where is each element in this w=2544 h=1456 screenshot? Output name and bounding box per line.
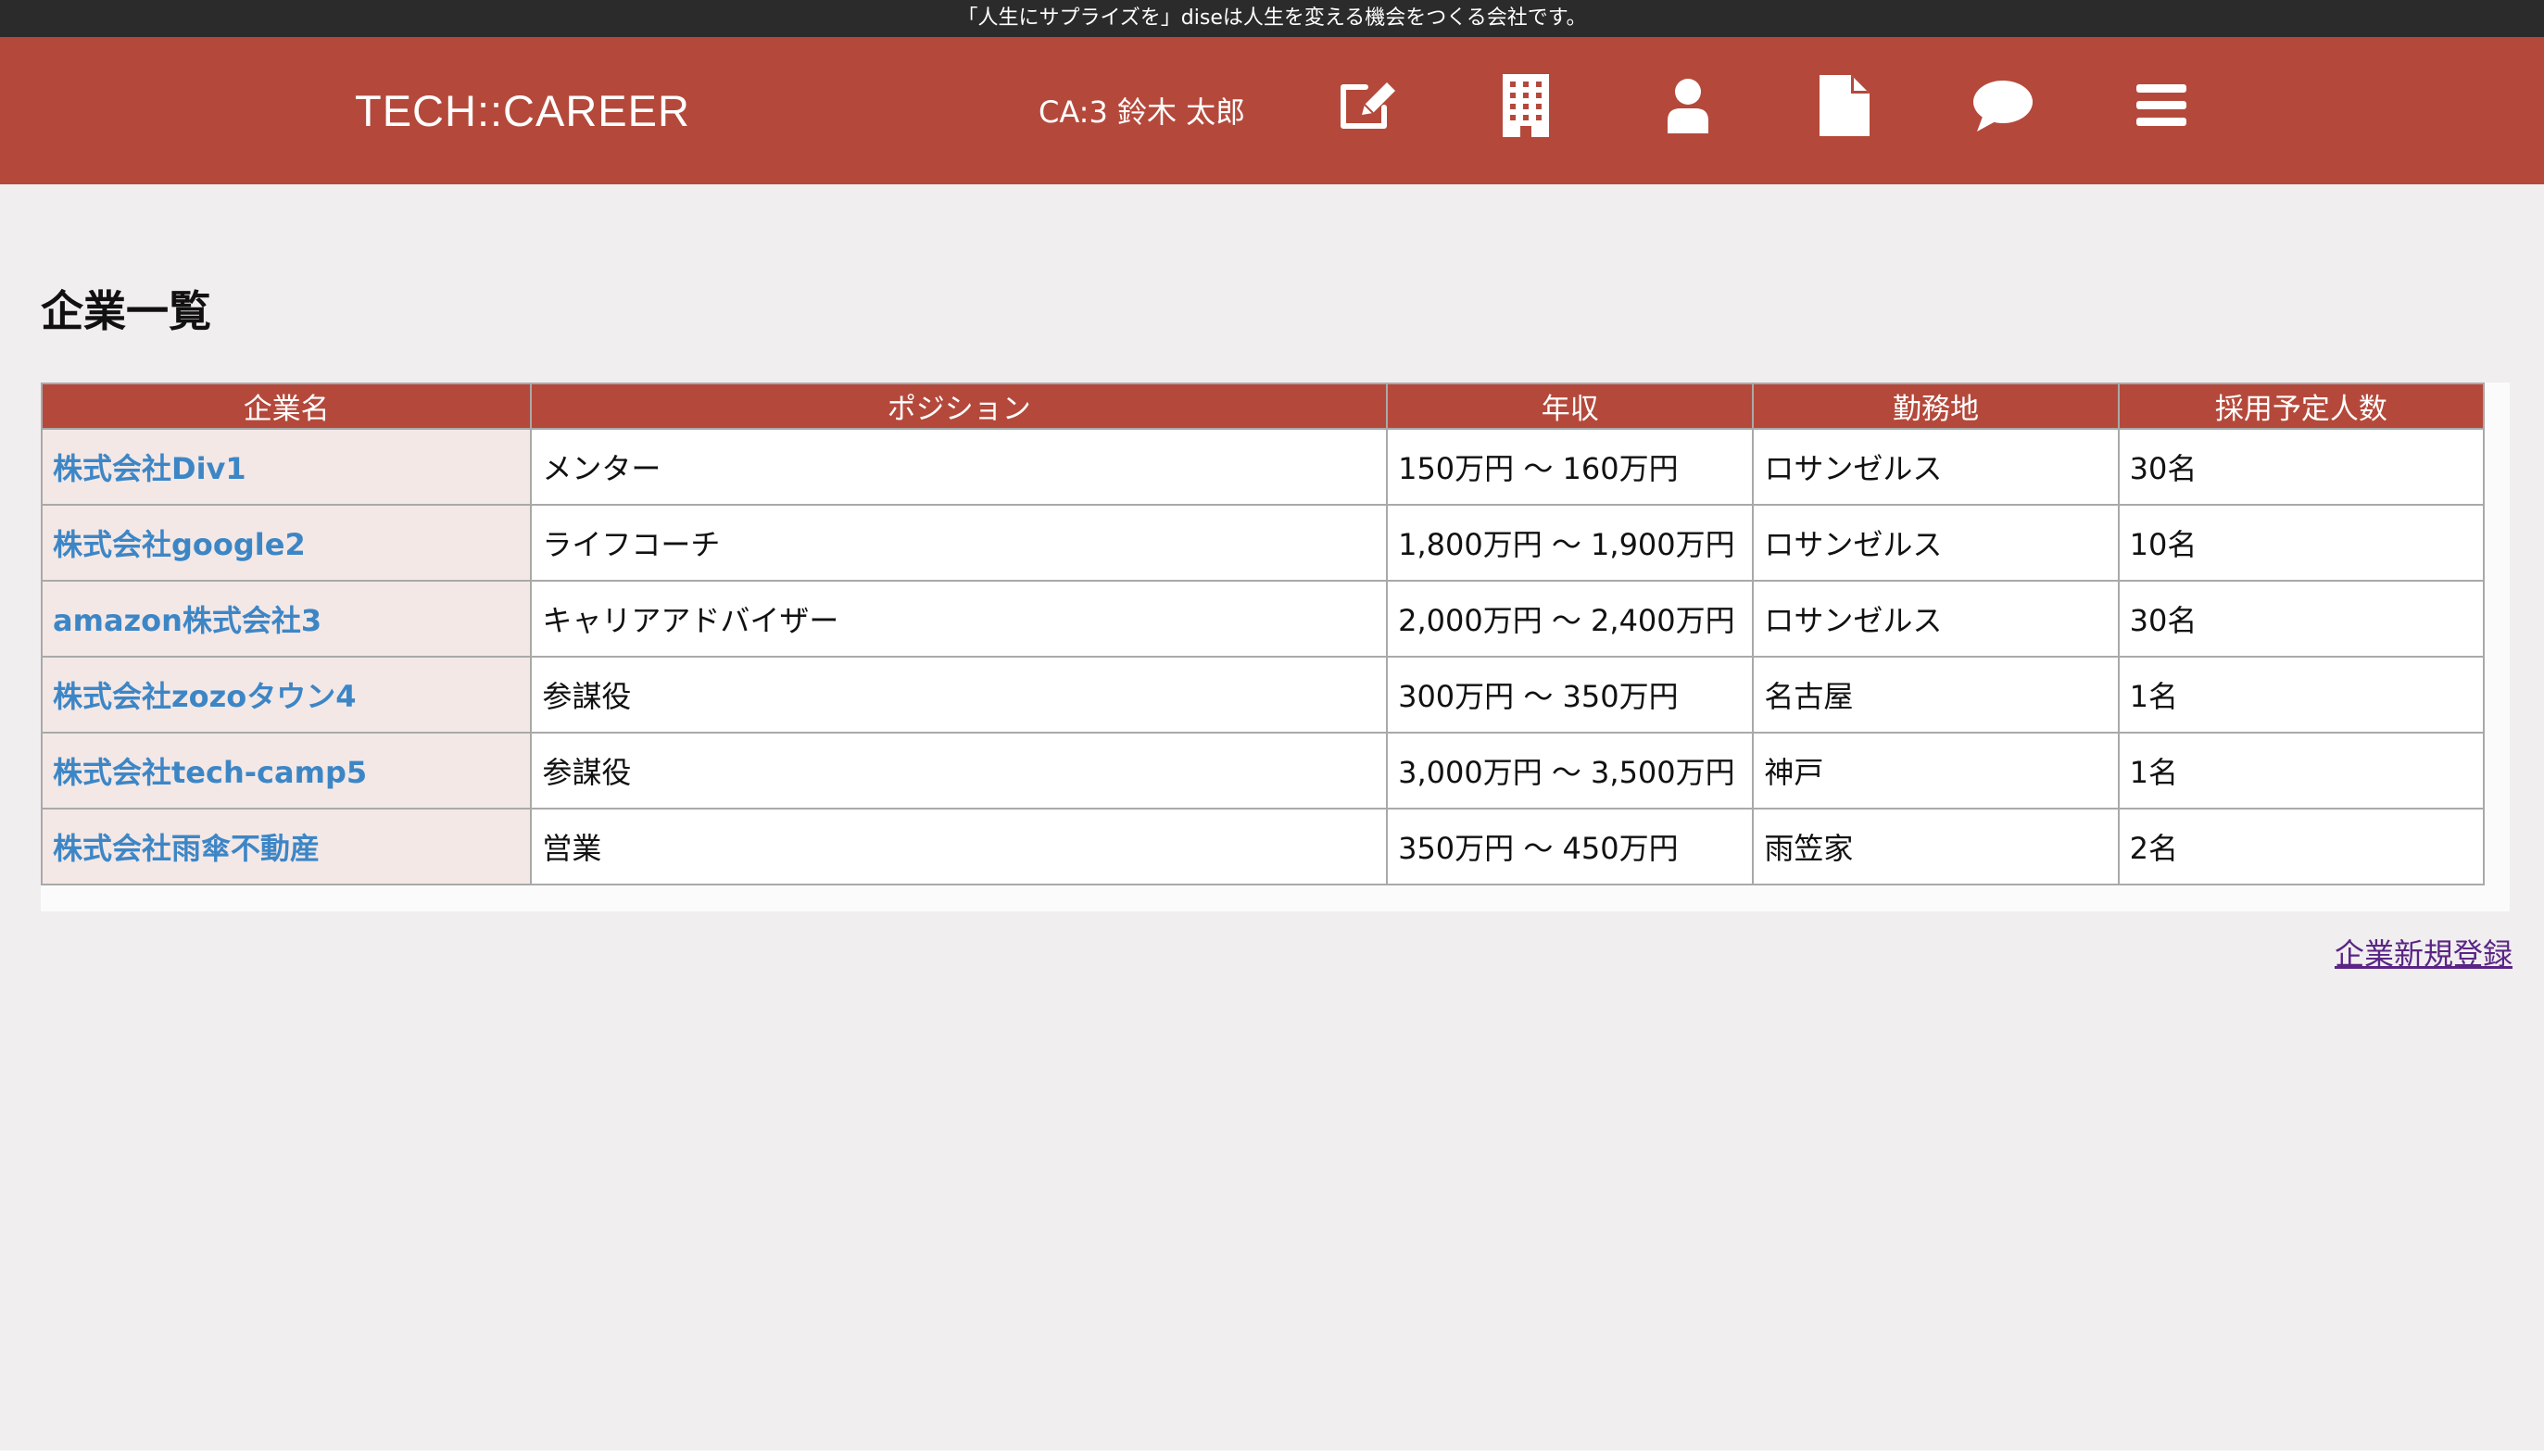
company-cell: 株式会社tech-camp5 xyxy=(40,732,533,810)
company-cell: 株式会社zozoタウン4 xyxy=(40,656,533,734)
location-cell: 雨笠家 xyxy=(1752,808,2120,885)
position-cell: メンター xyxy=(530,428,1389,506)
position-cell: 参謀役 xyxy=(530,656,1389,734)
document-icon[interactable] xyxy=(1811,72,1878,139)
announcement-text: 「人生にサプライズを」diseは人生を変える機会をつくる会社です。 xyxy=(957,6,1587,30)
edit-icon[interactable] xyxy=(1337,72,1404,139)
count-cell: 1名 xyxy=(2117,732,2486,810)
company-cell: amazon株式会社3 xyxy=(40,580,533,658)
page-title: 企業一覧 xyxy=(41,286,211,336)
position-cell: ライフコーチ xyxy=(530,504,1389,582)
site-logo[interactable]: TECH::CAREER xyxy=(355,83,690,139)
column-header-count: 採用予定人数 xyxy=(2117,383,2486,430)
table-row: 株式会社tech-camp5 参謀役 3,000万円 〜 3,500万円 神戸 … xyxy=(40,732,2486,810)
location-cell: 名古屋 xyxy=(1752,656,2120,734)
location-cell: ロサンゼルス xyxy=(1752,428,2120,506)
site-header: TECH::CAREER CA:3 鈴木 太郎 xyxy=(0,37,2544,184)
user-icon[interactable] xyxy=(1655,72,1721,139)
company-link[interactable]: 株式会社tech-camp5 xyxy=(53,755,367,790)
location-cell: ロサンゼルス xyxy=(1752,504,2120,582)
table-row: 株式会社雨傘不動産 営業 350万円 〜 450万円 雨笠家 2名 xyxy=(40,808,2486,885)
position-cell: 営業 xyxy=(530,808,1389,885)
column-header-location: 勤務地 xyxy=(1752,383,2120,430)
table-row: amazon株式会社3 キャリアアドバイザー 2,000万円 〜 2,400万円… xyxy=(40,580,2486,658)
salary-cell: 2,000万円 〜 2,400万円 xyxy=(1386,580,1755,658)
column-header-salary: 年収 xyxy=(1386,383,1755,430)
position-cell: キャリアアドバイザー xyxy=(530,580,1389,658)
column-header-company: 企業名 xyxy=(40,383,533,430)
company-link[interactable]: 株式会社google2 xyxy=(53,527,306,562)
company-cell: 株式会社雨傘不動産 xyxy=(40,808,533,885)
salary-cell: 150万円 〜 160万円 xyxy=(1386,428,1755,506)
salary-cell: 350万円 〜 450万円 xyxy=(1386,808,1755,885)
new-company-link[interactable]: 企業新規登録 xyxy=(2335,931,2513,973)
location-cell: 神戸 xyxy=(1752,732,2120,810)
company-link[interactable]: 株式会社zozoタウン4 xyxy=(53,679,357,714)
table-row: 株式会社zozoタウン4 参謀役 300万円 〜 350万円 名古屋 1名 xyxy=(40,656,2486,734)
table-header-row: 企業名 ポジション 年収 勤務地 採用予定人数 xyxy=(40,383,2486,430)
company-table: 企業名 ポジション 年収 勤務地 採用予定人数 株式会社Div1 メンター 15… xyxy=(40,383,2486,885)
table-row: 株式会社google2 ライフコーチ 1,800万円 〜 1,900万円 ロサン… xyxy=(40,504,2486,582)
count-cell: 1名 xyxy=(2117,656,2486,734)
page-bottom-edge xyxy=(0,1450,2544,1456)
salary-cell: 300万円 〜 350万円 xyxy=(1386,656,1755,734)
company-cell: 株式会社Div1 xyxy=(40,428,533,506)
company-link[interactable]: 株式会社Div1 xyxy=(53,451,246,486)
announcement-bar: 「人生にサプライズを」diseは人生を変える機会をつくる会社です。 xyxy=(0,0,2544,37)
location-cell: ロサンゼルス xyxy=(1752,580,2120,658)
salary-cell: 1,800万円 〜 1,900万円 xyxy=(1386,504,1755,582)
count-cell: 30名 xyxy=(2117,580,2486,658)
salary-cell: 3,000万円 〜 3,500万円 xyxy=(1386,732,1755,810)
building-icon[interactable] xyxy=(1492,72,1559,139)
count-cell: 2名 xyxy=(2117,808,2486,885)
menu-icon[interactable] xyxy=(2128,72,2195,139)
chat-icon[interactable] xyxy=(1970,72,2036,139)
company-cell: 株式会社google2 xyxy=(40,504,533,582)
table-row: 株式会社Div1 メンター 150万円 〜 160万円 ロサンゼルス 30名 xyxy=(40,428,2486,506)
company-table-container: 企業名 ポジション 年収 勤務地 採用予定人数 株式会社Div1 メンター 15… xyxy=(40,383,2510,911)
company-link[interactable]: 株式会社雨傘不動産 xyxy=(53,831,320,866)
column-header-position: ポジション xyxy=(530,383,1389,430)
company-link[interactable]: amazon株式会社3 xyxy=(53,603,321,638)
count-cell: 30名 xyxy=(2117,428,2486,506)
count-cell: 10名 xyxy=(2117,504,2486,582)
position-cell: 参謀役 xyxy=(530,732,1389,810)
current-user: CA:3 鈴木 太郎 xyxy=(1039,94,1246,130)
